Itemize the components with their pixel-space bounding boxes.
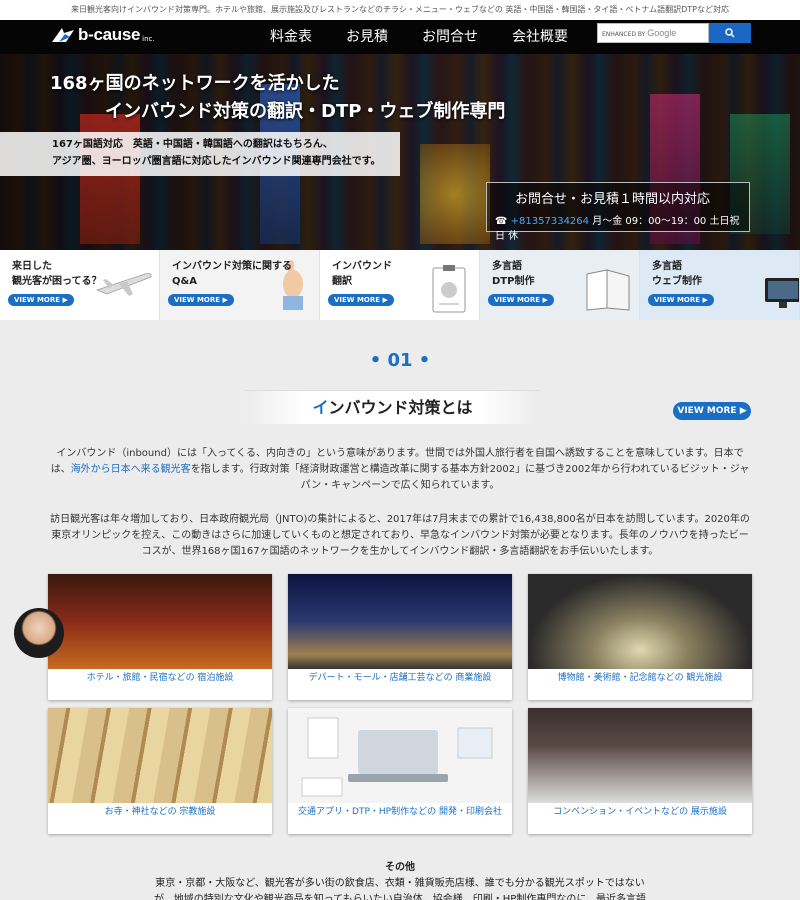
logo[interactable]: b-cause inc. [50, 24, 155, 46]
card-line2: 翻訳 [332, 276, 352, 287]
section-title: インバウンド対策とは [245, 390, 540, 424]
other-section: その他 東京・京都・大阪など、観光客が多い街の飲食店、衣類・雑貨販売店様、誰でも… [150, 860, 650, 900]
card-label: インバウンド 翻訳 [332, 259, 392, 289]
card-web[interactable]: 多言語ウェブ制作 VIEW MORE ▶ [640, 250, 800, 320]
tile-caption: お寺・神社などの 宗教施設 [104, 807, 216, 817]
card-line1: 多言語 [492, 261, 522, 272]
hero-title: 168ヶ国のネットワークを活かした インバウンド対策の翻訳・DTP・ウェブ制作専… [50, 70, 505, 126]
tile-caption: ホテル・旅館・民宿などの 宿泊施設 [86, 673, 234, 683]
contact-box[interactable]: お問合せ・お見積１時間以内対応 ☎ +81357334264 月〜金 09：00… [486, 182, 750, 242]
search-label-small: ENHANCED BY [602, 31, 646, 38]
hero-title-line2: インバウンド対策の翻訳・DTP・ウェブ制作専門 [105, 101, 506, 122]
view-more-button[interactable]: VIEW MORE ▶ [648, 294, 714, 306]
section-view-more-button[interactable]: VIEW MORE ▶ [673, 402, 751, 420]
hero-subtitle-box: 167ヶ国語対応 英語・中国語・韓国語への翻訳はもちろん、 アジア圏、ヨーロッパ… [0, 132, 400, 176]
search-input[interactable]: ENHANCED BY Google [597, 23, 709, 43]
tile-tourism[interactable]: 博物館・美術館・記念館などの 観光施設 [528, 574, 752, 700]
intro-text-b: を指します。行政対策「経済財政運営と構造改革に関する基本方針2002」に基づき2… [190, 464, 750, 491]
header: b-cause inc. 料金表 お見積 お問合せ 会社概要 ENHANCED … [0, 20, 800, 54]
main-nav: 料金表 お見積 お問合せ 会社概要 [270, 20, 602, 54]
card-line1: 来日した [12, 261, 52, 272]
nav-contact[interactable]: お問合せ [422, 20, 478, 54]
nav-company[interactable]: 会社概要 [512, 20, 568, 54]
section-number: • 01 • [369, 350, 431, 371]
card-line2: 観光客が困ってる？ [12, 276, 102, 287]
view-more-button[interactable]: VIEW MORE ▶ [8, 294, 74, 306]
other-heading: その他 [385, 862, 415, 873]
hero-subtitle-line1: 167ヶ国語対応 英語・中国語・韓国語への翻訳はもちろん、 [52, 139, 333, 150]
service-cards: 来日した観光客が困ってる？ VIEW MORE ▶ インバウンド対策に関する Q&… [0, 250, 800, 320]
search-icon [725, 28, 735, 38]
card-translation[interactable]: インバウンド 翻訳 VIEW MORE ▶ [320, 250, 480, 320]
airplane-icon [95, 273, 152, 296]
hero-subtitle-line2: アジア圏、ヨーロッパ圏言語に対応したインバウンド関連専門会社です。 [52, 156, 381, 167]
tile-development[interactable]: 交通アプリ・DTP・HP制作などの 開発・印刷会社 [288, 708, 512, 834]
tile-image [48, 574, 272, 669]
avatar [14, 608, 64, 658]
hero-bg-light [420, 144, 490, 244]
intro-highlight-link[interactable]: 海外から日本へ来る観光客 [71, 464, 191, 475]
section-title-rest: ンバウンド対策とは [328, 398, 473, 417]
contact-phone-line: ☎ +81357334264 月〜金 09：00〜19：00 土日祝日 休 [495, 212, 749, 242]
search-bar: ENHANCED BY Google [597, 23, 751, 43]
tile-image [288, 708, 512, 803]
tile-image [288, 574, 512, 669]
intro-paragraph: インバウンド（inbound）には「入ってくる、内向きの」という意味があります。… [50, 446, 750, 494]
clipboard-icon [432, 265, 466, 313]
view-more-button[interactable]: VIEW MORE ▶ [488, 294, 554, 306]
laptop-icon [301, 717, 493, 797]
card-dtp[interactable]: 多言語 DTP制作 VIEW MORE ▶ [480, 250, 640, 320]
tile-caption: コンベンション・イベントなどの 展示施設 [553, 807, 727, 817]
card-qa[interactable]: インバウンド対策に関する Q&A VIEW MORE ▶ [160, 250, 320, 320]
hero-banner: 168ヶ国のネットワークを活かした インバウンド対策の翻訳・DTP・ウェブ制作専… [0, 54, 800, 250]
logo-text: b-cause [78, 25, 141, 44]
card-line1: 多言語 [652, 261, 682, 272]
tile-image [528, 574, 752, 669]
card-label: 多言語 DTP制作 [492, 259, 534, 289]
section-title-first: イ [312, 398, 329, 417]
tile-image [48, 708, 272, 803]
tile-caption: デパート・モール・店舗工芸などの 商業施設 [308, 673, 492, 683]
tile-commercial[interactable]: デパート・モール・店舗工芸などの 商業施設 [288, 574, 512, 700]
contact-phone[interactable]: +81357334264 [511, 216, 589, 227]
tile-image [528, 708, 752, 803]
card-label: 来日した観光客が困ってる？ [12, 259, 102, 289]
card-line1: インバウンド対策に関する [172, 261, 292, 272]
card-line2: ウェブ制作 [652, 276, 702, 287]
contact-title: お問合せ・お見積１時間以内対応 [515, 192, 711, 207]
hero-title-line1: 168ヶ国のネットワークを活かした [50, 73, 340, 94]
stats-paragraph: 訪日観光客は年々増加しており、日本政府観光局（JNTO)の集計によると、2017… [50, 514, 750, 557]
monitor-icon [765, 278, 799, 308]
logo-mark-icon [50, 24, 76, 46]
card-label: 多言語 ウェブ制作 [652, 259, 702, 289]
tile-caption: 交通アプリ・DTP・HP制作などの 開発・印刷会社 [298, 807, 502, 817]
tile-religious[interactable]: お寺・神社などの 宗教施設 [48, 708, 272, 834]
nav-pricing[interactable]: 料金表 [270, 20, 312, 54]
card-line2: Q&A [172, 276, 197, 287]
card-tourists[interactable]: 来日した観光客が困ってる？ VIEW MORE ▶ [0, 250, 160, 320]
tile-caption: 博物館・美術館・記念館などの 観光施設 [557, 673, 723, 683]
search-button[interactable] [709, 23, 751, 43]
other-text: 東京・京都・大阪など、観光客が多い街の飲食店、衣類・雑貨販売店様、誰でも分かる観… [153, 878, 647, 900]
logo-suffix: inc. [142, 34, 155, 43]
top-tagline: 来日観光客向けインバウンド対策専門。ホテルや旅館、展示施設及びレストランなどのチ… [0, 0, 800, 20]
book-icon [586, 269, 630, 311]
view-more-button[interactable]: VIEW MORE ▶ [168, 294, 234, 306]
card-line2: DTP制作 [492, 276, 535, 287]
tile-accommodation[interactable]: ホテル・旅館・民宿などの 宿泊施設 [48, 574, 272, 700]
search-label-brand: Google [647, 28, 677, 38]
tile-exhibition[interactable]: コンベンション・イベントなどの 展示施設 [528, 708, 752, 834]
card-label: インバウンド対策に関する Q&A [172, 259, 292, 289]
nav-quote[interactable]: お見積 [346, 20, 388, 54]
card-line1: インバウンド [332, 261, 392, 272]
view-more-button[interactable]: VIEW MORE ▶ [328, 294, 394, 306]
phone-icon: ☎ [495, 216, 508, 227]
